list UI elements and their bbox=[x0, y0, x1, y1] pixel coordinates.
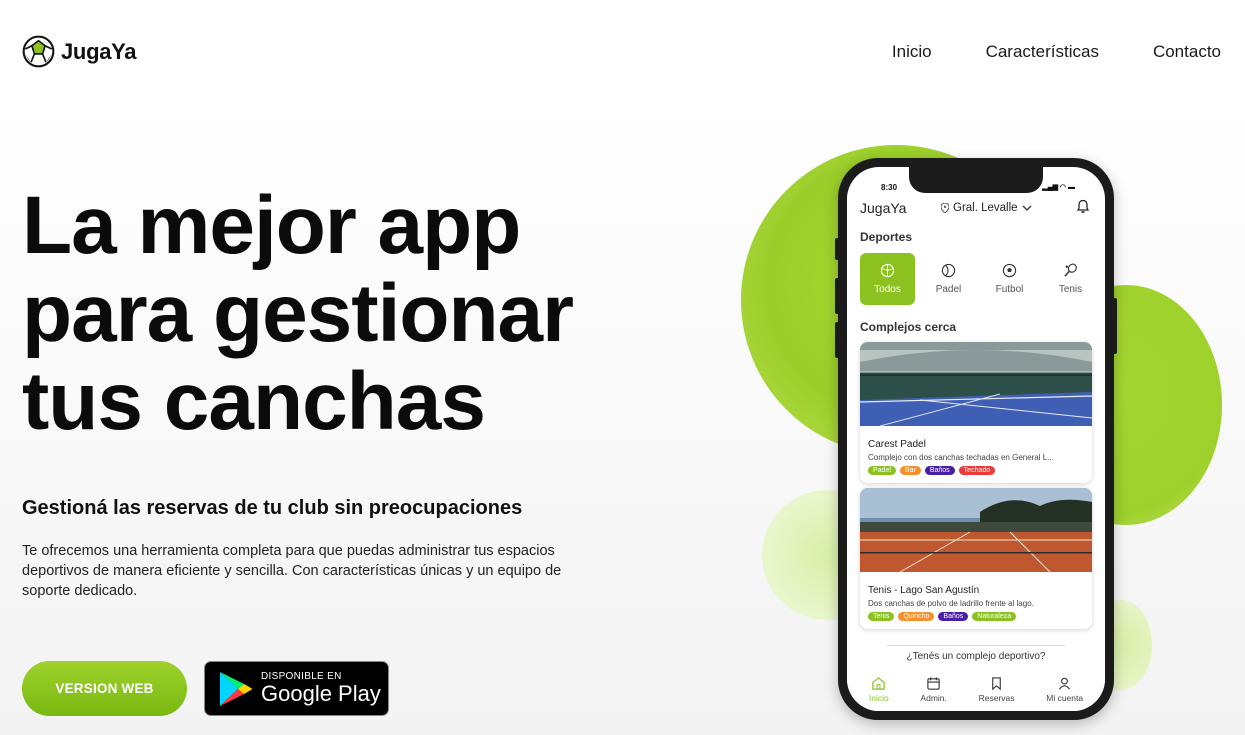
nav-link-inicio[interactable]: Inicio bbox=[892, 42, 932, 62]
complex-card-tenis-lago[interactable]: Tenis - Lago San Agustín Dos canchas de … bbox=[860, 488, 1092, 629]
phone-screen: 8:30 ▂▄▆ ◠ ▬ JugaYa Gral. Levalle Deport… bbox=[847, 167, 1105, 711]
sport-label: Padel bbox=[935, 284, 962, 295]
sport-label: Todos bbox=[874, 284, 901, 295]
sport-todos[interactable]: Todos bbox=[860, 253, 915, 305]
card-tags: Padel Bar Baños Techado bbox=[868, 466, 1092, 475]
tag: Baños bbox=[924, 466, 955, 475]
hero-title-line-3: tus canchas bbox=[22, 356, 486, 447]
bottom-tab-bar: Inicio Admin. Reservas Mi cuenta bbox=[847, 667, 1105, 711]
tab-admin[interactable]: Admin. bbox=[920, 676, 947, 703]
complex-card-carest-padel[interactable]: Carest Padel Complejo con dos canchas te… bbox=[860, 342, 1092, 483]
google-play-button[interactable]: DISPONIBLE EN Google Play bbox=[204, 661, 389, 716]
google-play-label: DISPONIBLE EN Google Play bbox=[261, 671, 381, 707]
nav-link-contacto[interactable]: Contacto bbox=[1153, 42, 1221, 62]
tag: Baños bbox=[938, 612, 969, 621]
tag: Bar bbox=[899, 466, 921, 475]
status-icons: ▂▄▆ ◠ ▬ bbox=[1042, 184, 1075, 191]
phone-side-button bbox=[835, 238, 839, 260]
sport-label: Tenis bbox=[1058, 284, 1083, 295]
sport-label: Futbol bbox=[995, 284, 1024, 295]
tennis-court-photo bbox=[860, 488, 1092, 573]
card-description: Complejo con dos canchas techadas en Gen… bbox=[868, 453, 1054, 462]
phone-power-button bbox=[1113, 298, 1117, 354]
hero-title-line-2: para gestionar bbox=[22, 268, 574, 359]
top-navbar: JugaYa Inicio Características Contacto bbox=[0, 0, 1245, 100]
soccer-ball-logo-icon bbox=[22, 35, 55, 68]
bookmark-icon bbox=[992, 676, 1001, 690]
nav-links: Inicio Características Contacto bbox=[892, 42, 1221, 62]
tab-inicio[interactable]: Inicio bbox=[869, 676, 889, 703]
card-title: Tenis - Lago San Agustín bbox=[868, 585, 980, 596]
chevron-down-icon bbox=[1022, 205, 1032, 211]
tag: Naturaleza bbox=[972, 612, 1017, 621]
hero-title-line-1: La mejor app bbox=[22, 180, 521, 271]
soccer-icon bbox=[1002, 263, 1017, 278]
brand-name: JugaYa bbox=[61, 38, 137, 64]
sports-title: Deportes bbox=[860, 230, 913, 244]
hero-title: La mejor app para gestionar tus canchas bbox=[22, 182, 662, 446]
card-description: Dos canchas de polvo de ladrillo frente … bbox=[868, 599, 1034, 608]
divider bbox=[887, 645, 1065, 646]
location-pin-icon bbox=[941, 203, 949, 213]
tab-label: Inicio bbox=[868, 692, 889, 703]
padel-court-photo bbox=[860, 342, 1092, 427]
calendar-icon bbox=[927, 676, 940, 690]
home-icon bbox=[872, 676, 886, 690]
location-label: Gral. Levalle bbox=[953, 202, 1018, 214]
sport-tenis[interactable]: Tenis bbox=[1043, 253, 1098, 305]
nav-link-caracteristicas[interactable]: Características bbox=[986, 42, 1099, 62]
tab-mi-cuenta[interactable]: Mi cuenta bbox=[1046, 676, 1083, 703]
tag: Quincho bbox=[898, 612, 935, 621]
phone-side-button bbox=[835, 322, 839, 358]
tab-reservas[interactable]: Reservas bbox=[979, 676, 1015, 703]
bell-icon[interactable] bbox=[1075, 198, 1091, 214]
user-icon bbox=[1059, 677, 1071, 689]
brand-logo[interactable]: JugaYa bbox=[22, 35, 137, 68]
phone-notch bbox=[909, 167, 1043, 193]
tag: Techado bbox=[958, 466, 996, 475]
hero-subtitle: Gestioná las reservas de tu club sin pre… bbox=[22, 497, 523, 519]
tab-label: Admin. bbox=[920, 692, 947, 703]
phone-mockup: 8:30 ▂▄▆ ◠ ▬ JugaYa Gral. Levalle Deport… bbox=[835, 158, 1117, 720]
complexes-title: Complejos cerca bbox=[860, 320, 957, 334]
tag: Tenis bbox=[868, 612, 895, 621]
padel-icon bbox=[941, 263, 956, 278]
tab-label: Reservas bbox=[978, 692, 1015, 703]
hero-description: Te ofrecemos una herramienta completa pa… bbox=[22, 543, 562, 599]
phone-side-button bbox=[835, 278, 839, 314]
ball-icon bbox=[880, 263, 895, 278]
status-time: 8:30 bbox=[881, 183, 898, 192]
tab-label: Mi cuenta bbox=[1046, 692, 1084, 703]
card-title: Carest Padel bbox=[868, 439, 926, 450]
sports-filter: Todos Padel Futbol Tenis bbox=[860, 253, 1098, 305]
google-play-icon bbox=[220, 671, 252, 706]
tag: Padel bbox=[868, 466, 896, 475]
sport-futbol[interactable]: Futbol bbox=[982, 253, 1037, 305]
card-tags: Tenis Quincho Baños Naturaleza bbox=[868, 612, 1092, 621]
location-selector[interactable]: Gral. Levalle bbox=[941, 202, 1032, 214]
sport-padel[interactable]: Padel bbox=[921, 253, 976, 305]
web-version-button[interactable]: VERSION WEB bbox=[22, 661, 187, 716]
google-play-big-text: Google Play bbox=[261, 680, 381, 706]
tennis-icon bbox=[1064, 263, 1077, 277]
app-logo: JugaYa bbox=[860, 200, 907, 216]
owner-question-link[interactable]: ¿Tenés un complejo deportivo? bbox=[847, 651, 1105, 662]
